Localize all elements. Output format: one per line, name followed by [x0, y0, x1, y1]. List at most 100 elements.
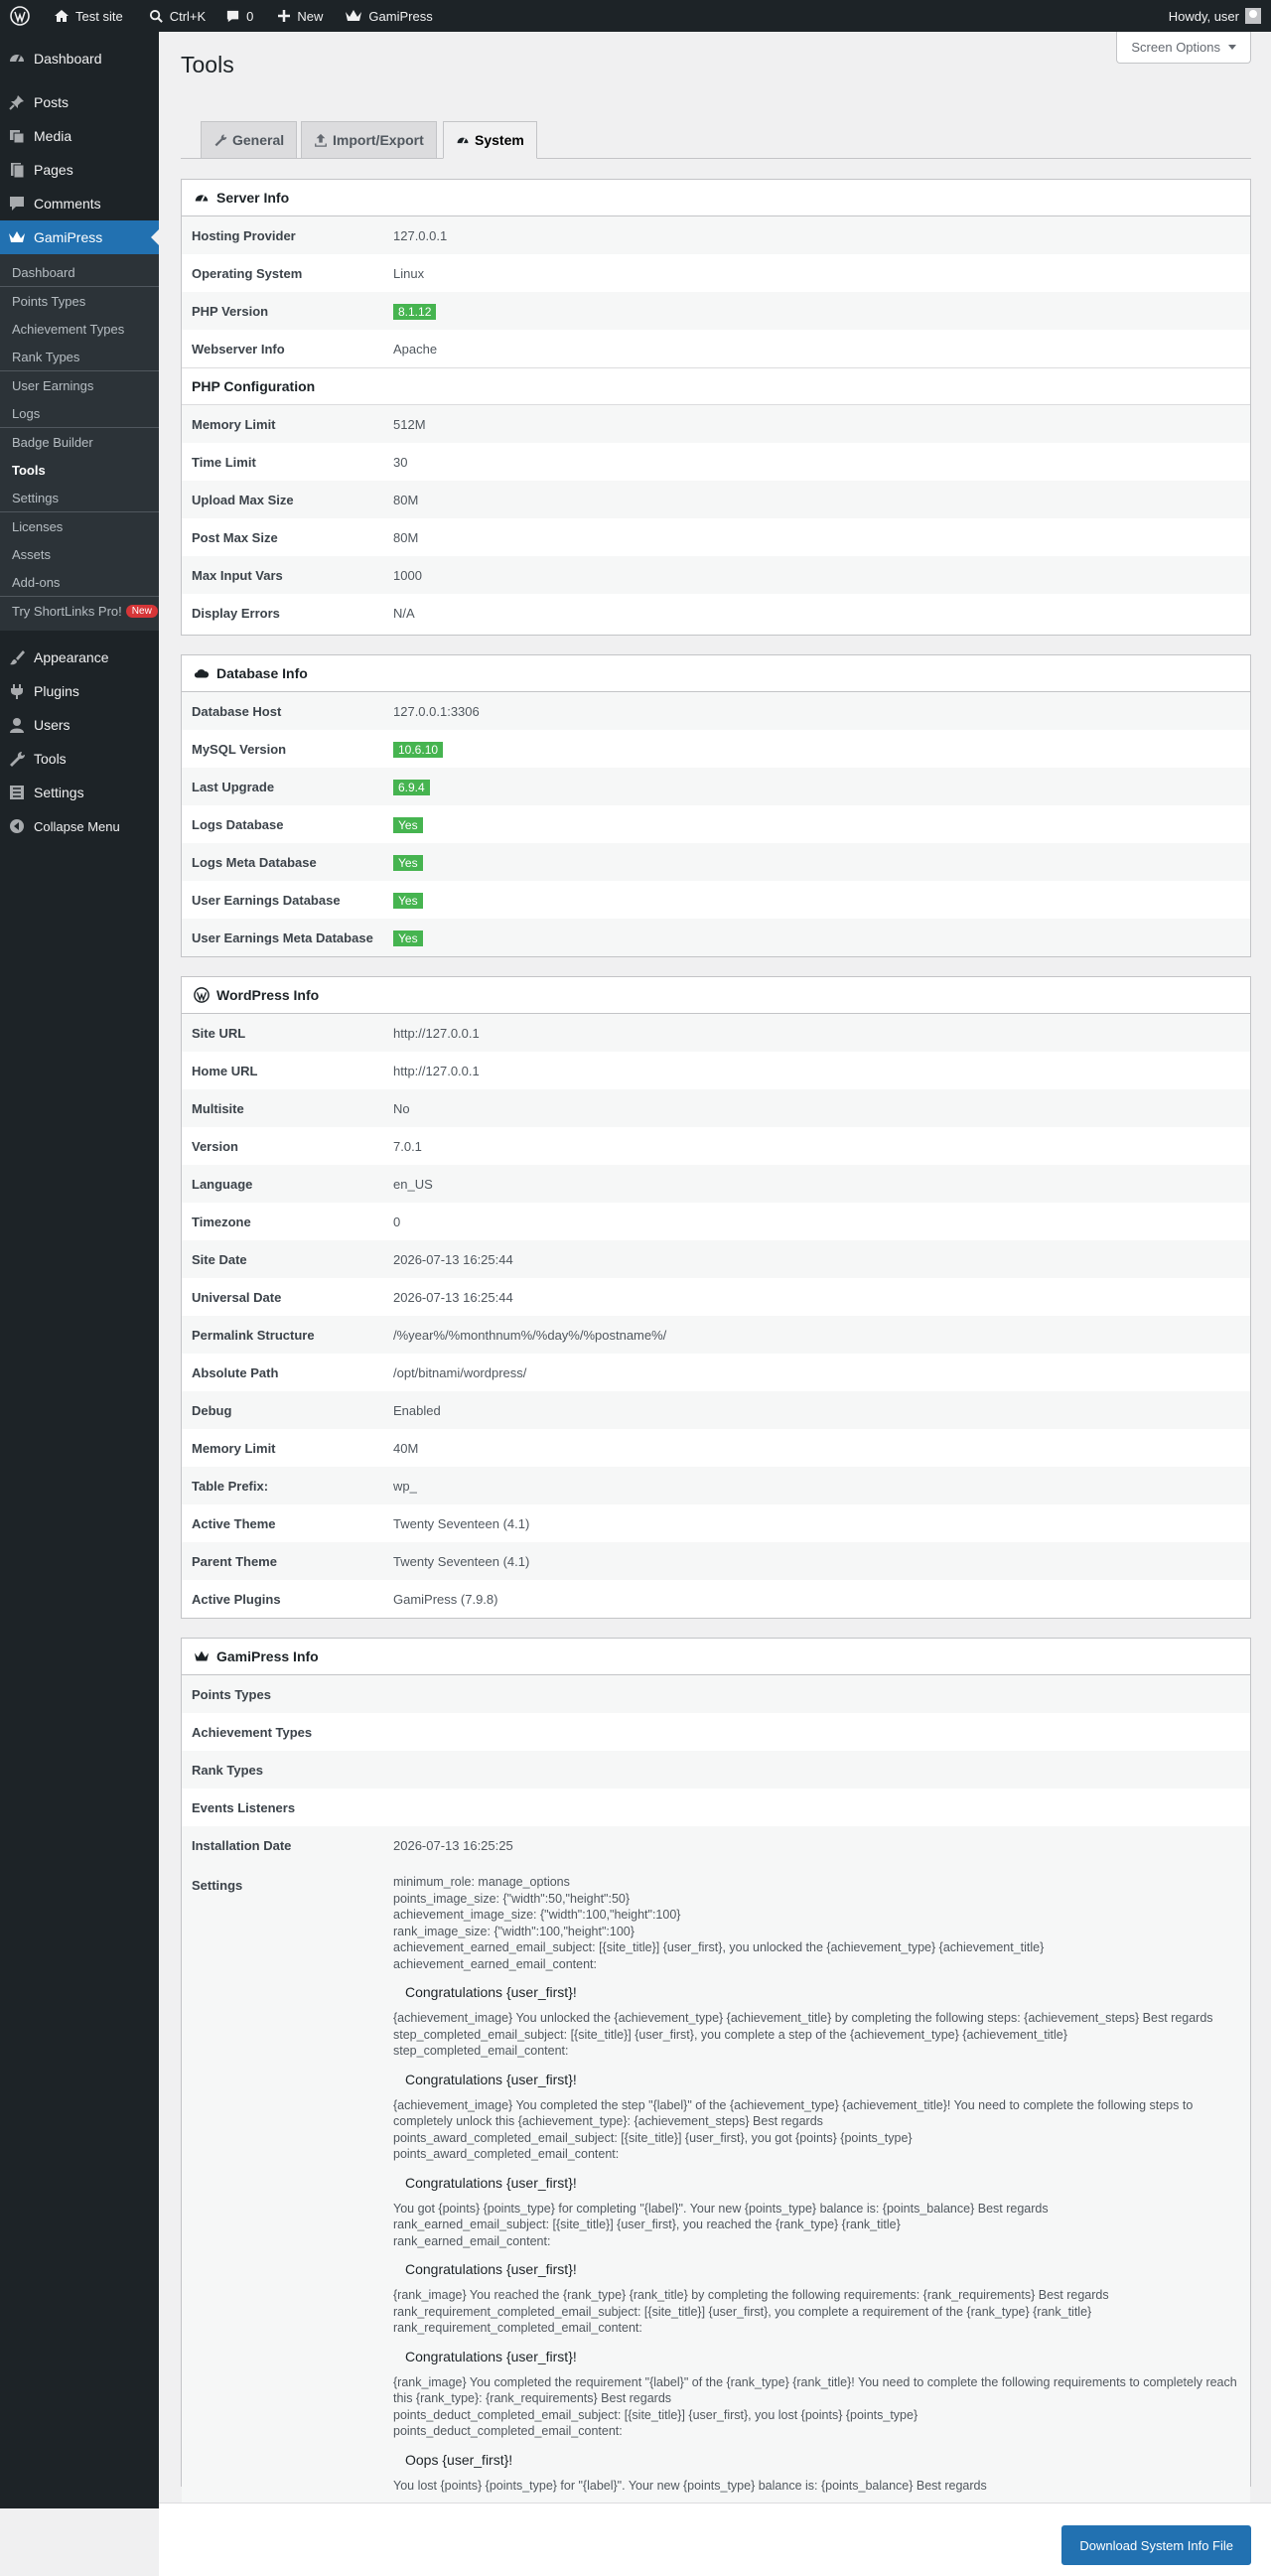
table-row: Parent Theme Twenty Seventeen (4.1)	[182, 1542, 1250, 1580]
collapse-menu-button[interactable]: Collapse Menu	[0, 809, 159, 843]
menu-gamipress[interactable]: GamiPress	[0, 220, 159, 254]
download-system-info-button[interactable]: Download System Info File	[1061, 2525, 1251, 2565]
submenu-settings[interactable]: Settings	[0, 484, 159, 511]
settings-line: points_image_size: {"width":50,"height":…	[393, 1891, 631, 1906]
submenu-rank-types[interactable]: Rank Types	[0, 343, 159, 370]
menu-gamipress-label: GamiPress	[34, 229, 103, 245]
submenu-badge-builder[interactable]: Badge Builder	[0, 428, 159, 456]
tab-system[interactable]: System	[443, 121, 537, 159]
table-row: Universal Date 2026-07-13 16:25:44	[182, 1278, 1250, 1316]
table-row: Active Theme Twenty Seventeen (4.1)	[182, 1504, 1250, 1542]
menu-media[interactable]: Media	[0, 119, 159, 153]
row-key: Home URL	[192, 1063, 258, 1078]
submenu-addons[interactable]: Add-ons	[0, 568, 159, 596]
row-value: 127.0.0.1	[393, 227, 448, 243]
menu-posts-label: Posts	[34, 94, 70, 110]
settings-line: {achievement_image} You unlocked the {ac…	[393, 2011, 1213, 2025]
crown-icon	[9, 231, 25, 242]
server-info-card: Server Info Hosting Provider 127.0.0.1 Op…	[181, 179, 1251, 636]
wrench-icon	[214, 134, 227, 147]
gamipress-label: GamiPress	[368, 8, 433, 24]
menu-appearance[interactable]: Appearance	[0, 641, 159, 674]
row-key: MySQL Version	[192, 741, 287, 757]
row-key: Time Limit	[192, 454, 256, 470]
submenu-achievement-types[interactable]: Achievement Types	[0, 315, 159, 343]
new-content-link[interactable]: New	[269, 0, 331, 32]
command-palette-button[interactable]: Ctrl+K	[141, 0, 213, 32]
wordpress-logo-menu[interactable]	[0, 0, 46, 32]
new-label: New	[297, 8, 324, 24]
menu-settings-label: Settings	[34, 785, 84, 800]
status-badge: Yes	[393, 892, 423, 909]
comments-link[interactable]: 0	[217, 0, 261, 32]
table-row: Webserver Info Apache	[182, 330, 1250, 367]
menu-settings[interactable]: Settings	[0, 776, 159, 809]
wordpress-logo-icon	[194, 987, 210, 1003]
submenu-logs[interactable]: Logs	[0, 399, 159, 427]
menu-comments[interactable]: Comments	[0, 187, 159, 220]
screen-options-button[interactable]: Screen Options	[1116, 32, 1251, 64]
row-value: Apache	[393, 341, 438, 357]
menu-users[interactable]: Users	[0, 708, 159, 742]
database-info-title: Database Info	[216, 665, 308, 681]
row-key: Last Upgrade	[192, 779, 275, 794]
row-key: Installation Date	[192, 1837, 292, 1853]
table-row: Table Prefix: wp_	[182, 1467, 1250, 1504]
submenu-dashboard[interactable]: Dashboard	[0, 258, 159, 286]
row-value: wp_	[393, 1478, 417, 1494]
gamipress-adminbar-link[interactable]: GamiPress	[337, 0, 440, 32]
row-key: User Earnings Database	[192, 892, 341, 908]
settings-line: rank_earned_email_content:	[393, 2233, 551, 2248]
submenu-tools[interactable]: Tools	[0, 456, 159, 484]
site-name-link[interactable]: Test site	[46, 0, 131, 32]
cloud-icon	[194, 669, 210, 678]
table-row: User Earnings Meta Database Yes	[182, 919, 1250, 956]
submenu-user-earnings[interactable]: User Earnings	[0, 371, 159, 399]
settings-line: points_deduct_completed_email_subject: […	[393, 2407, 918, 2422]
row-key: Max Input Vars	[192, 567, 283, 583]
email-heading: Congratulations {user_first}!	[405, 1984, 577, 2000]
row-value: http://127.0.0.1	[393, 1063, 480, 1078]
submenu-assets[interactable]: Assets	[0, 540, 159, 568]
tab-import-export-label: Import/Export	[333, 132, 424, 148]
menu-dashboard[interactable]: Dashboard	[0, 42, 159, 75]
tab-general[interactable]: General	[201, 121, 298, 159]
row-key: Operating System	[192, 265, 303, 281]
wordpress-info-title: WordPress Info	[216, 987, 320, 1003]
tab-import-export[interactable]: Import/Export	[301, 121, 437, 159]
menu-plugins[interactable]: Plugins	[0, 674, 159, 708]
table-row: Hosting Provider 127.0.0.1	[182, 216, 1250, 254]
menu-posts[interactable]: Posts	[0, 85, 159, 119]
settings-line: rank_requirement_completed_email_content…	[393, 2321, 642, 2335]
server-rows: Hosting Provider 127.0.0.1 Operating Syst…	[182, 216, 1250, 367]
status-badge: 6.9.4	[393, 779, 430, 795]
row-value: 2026-07-13 16:25:44	[393, 1289, 513, 1305]
settings-line: You got {points} {points_type} for compl…	[393, 2201, 1049, 2216]
wordpress-info-card: WordPress Info Site URL http://127.0.0.1 …	[181, 976, 1251, 1619]
row-key: Rank Types	[192, 1762, 264, 1778]
comments-icon	[10, 197, 24, 211]
row-value: 7.0.1	[393, 1138, 422, 1154]
admin-bar: Test site Ctrl+K 0 New GamiPress Howdy, …	[0, 0, 1271, 32]
settings-row: Settings minimum_role: manage_options po…	[182, 1864, 1250, 2504]
my-account-menu[interactable]: Howdy, user	[1169, 0, 1271, 32]
row-key: Events Listeners	[192, 1799, 296, 1815]
upload-icon	[315, 133, 327, 147]
database-info-card: Database Info Database Host 127.0.0.1:330…	[181, 654, 1251, 957]
wordpress-rows: Site URL http://127.0.0.1 Home URL http://…	[182, 1014, 1250, 1618]
row-key: Logs Database	[192, 816, 284, 832]
page-title: Tools	[181, 52, 234, 77]
submenu-try-shortlinks[interactable]: Try ShortLinks Pro! New	[0, 597, 159, 625]
email-heading: Congratulations {user_first}!	[405, 2174, 577, 2191]
row-key: Site Date	[192, 1251, 247, 1267]
email-heading: Oops {user_first}!	[405, 2451, 513, 2468]
menu-pages[interactable]: Pages	[0, 153, 159, 187]
footer-bar: Download System Info File	[159, 2503, 1271, 2576]
settings-line: {achievement_image} You completed the st…	[393, 2097, 1194, 2129]
row-key: Parent Theme	[192, 1553, 277, 1569]
menu-tools[interactable]: Tools	[0, 742, 159, 776]
settings-line: step_completed_email_subject: [{site_tit…	[393, 2027, 1067, 2042]
submenu-licenses[interactable]: Licenses	[0, 512, 159, 540]
menu-plugins-label: Plugins	[34, 683, 79, 699]
submenu-points-types[interactable]: Points Types	[0, 287, 159, 315]
